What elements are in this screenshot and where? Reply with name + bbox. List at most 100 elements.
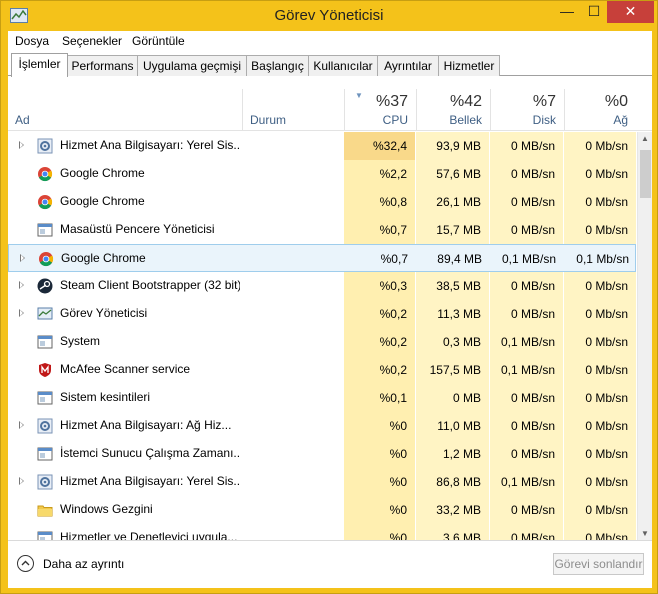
column-disk[interactable]: %7 Disk: [490, 89, 564, 131]
tab-services[interactable]: Hizmetler: [438, 55, 500, 76]
steam-icon: [37, 278, 53, 294]
scroll-down-icon[interactable]: ▼: [641, 529, 649, 538]
cpu-value: %0,2: [344, 300, 415, 328]
column-status[interactable]: Durum: [242, 89, 344, 131]
disk-label: Disk: [532, 113, 556, 127]
memory-value: 3,6 MB: [416, 524, 489, 540]
process-row[interactable]: Hizmet Ana Bilgisayarı: Yerel Sis... %0 86…: [8, 468, 636, 496]
process-row[interactable]: Hizmetler ve Denetleyici uygula... %0 3,6 …: [8, 524, 636, 540]
memory-value: 33,2 MB: [416, 496, 489, 524]
cpu-value: %2,2: [344, 160, 415, 188]
process-row[interactable]: İstemci Sunucu Çalışma Zamanı... %0 1,2 MB…: [8, 440, 636, 468]
process-name: Google Chrome: [60, 166, 145, 180]
expand-arrow-icon[interactable]: [20, 254, 25, 262]
disk-value: 0,1 MB/sn: [490, 468, 563, 496]
column-name[interactable]: Ad: [8, 89, 242, 131]
process-row[interactable]: Google Chrome %0,7 89,4 MB 0,1 MB/sn 0,1 Mb/…: [8, 244, 636, 272]
end-task-button[interactable]: Görevi sonlandır: [553, 553, 644, 575]
process-row[interactable]: Hizmet Ana Bilgisayarı: Ağ Hiz... %0 11,0 …: [8, 412, 636, 440]
process-row[interactable]: Windows Gezgini %0 33,2 MB 0 MB/sn 0 Mb/sn: [8, 496, 636, 524]
tab-app-history[interactable]: Uygulama geçmişi: [137, 55, 247, 76]
process-row[interactable]: Sistem kesintileri %0,1 0 MB 0 MB/sn 0 Mb/sn: [8, 384, 636, 412]
column-name-label: Ad: [15, 113, 30, 127]
task-manager-window: Görev Yöneticisi — ☐ ✕ Dosya Seçenekler …: [0, 0, 658, 594]
folder-icon: [37, 502, 53, 518]
expand-arrow-icon[interactable]: [19, 421, 24, 429]
expand-arrow-icon[interactable]: [19, 281, 24, 289]
cpu-value: %0,7: [380, 252, 408, 266]
process-row[interactable]: Steam Client Bootstrapper (32 bit) %0,3 38…: [8, 272, 636, 300]
disk-value: 0 MB/sn: [490, 412, 563, 440]
network-value: 0 Mb/sn: [564, 328, 636, 356]
disk-value: 0,1 MB/sn: [490, 328, 563, 356]
process-row[interactable]: Görev Yöneticisi %0,2 11,3 MB 0 MB/sn 0 Mb/s…: [8, 300, 636, 328]
disk-value: 0 MB/sn: [490, 272, 563, 300]
network-value: 0 Mb/sn: [564, 356, 636, 384]
column-memory[interactable]: %42 Bellek: [416, 89, 490, 131]
minimize-button[interactable]: —: [554, 1, 580, 23]
process-name: Windows Gezgini: [60, 502, 153, 516]
network-value: 0 Mb/sn: [564, 188, 636, 216]
disk-total: %7: [532, 93, 556, 110]
tab-details[interactable]: Ayrıntılar: [377, 55, 439, 76]
sort-arrow-icon: ▼: [355, 91, 363, 100]
tab-processes[interactable]: İşlemler: [11, 53, 68, 77]
title-bar[interactable]: Görev Yöneticisi — ☐ ✕: [1, 1, 657, 31]
process-name: Google Chrome: [60, 194, 145, 208]
tab-users[interactable]: Kullanıcılar: [308, 55, 378, 76]
process-row[interactable]: Google Chrome %2,2 57,6 MB 0 MB/sn 0 Mb/sn: [8, 160, 636, 188]
process-row[interactable]: Masaüstü Pencere Yöneticisi %0,7 15,7 MB 0 …: [8, 216, 636, 244]
close-button[interactable]: ✕: [607, 1, 654, 23]
tab-performance[interactable]: Performans: [67, 55, 138, 76]
expand-arrow-icon[interactable]: [19, 477, 24, 485]
disk-value: 0 MB/sn: [490, 132, 563, 160]
cpu-value: %0,7: [344, 216, 415, 244]
cpu-value: %0: [344, 440, 415, 468]
memory-total: %42: [449, 93, 482, 110]
scroll-up-icon[interactable]: ▲: [641, 134, 649, 143]
process-name: İstemci Sunucu Çalışma Zamanı...: [60, 446, 240, 460]
task-manager-icon: [37, 306, 53, 322]
maximize-button[interactable]: ☐: [581, 1, 607, 23]
menu-options[interactable]: Seçenekler: [62, 34, 122, 48]
gear-icon: [37, 138, 53, 154]
tab-startup[interactable]: Başlangıç: [246, 55, 309, 76]
column-header: Ad Durum ▼ %37 CPU %42 Bellek %7 Disk %0…: [8, 89, 652, 131]
process-row[interactable]: Hizmet Ana Bilgisayarı: Yerel Sis... %32,…: [8, 132, 636, 160]
scroll-thumb[interactable]: [640, 150, 651, 198]
chrome-icon: [38, 251, 54, 267]
menu-view[interactable]: Görüntüle: [132, 34, 185, 48]
process-name: McAfee Scanner service: [60, 362, 191, 376]
process-row[interactable]: System %0,2 0,3 MB 0,1 MB/sn 0 Mb/sn: [8, 328, 636, 356]
process-row[interactable]: McAfee Scanner service %0,2 157,5 MB 0,1 MB…: [8, 356, 636, 384]
chevron-up-icon[interactable]: [17, 555, 34, 572]
chrome-icon: [37, 194, 53, 210]
process-name: Hizmet Ana Bilgisayarı: Ağ Hiz...: [60, 418, 232, 432]
client-area: Dosya Seçenekler Görüntüle İşlemler Perf…: [8, 31, 652, 588]
process-row[interactable]: Google Chrome %0,8 26,1 MB 0 MB/sn 0 Mb/sn: [8, 188, 636, 216]
column-cpu[interactable]: ▼ %37 CPU: [344, 89, 416, 131]
disk-value: 0 MB/sn: [490, 188, 563, 216]
fewer-details-link[interactable]: Daha az ayrıntı: [43, 557, 124, 571]
column-network[interactable]: %0 Ağ: [564, 89, 636, 131]
memory-value: 11,0 MB: [416, 412, 489, 440]
expand-arrow-icon[interactable]: [19, 141, 24, 149]
network-label: Ağ: [613, 113, 628, 127]
vertical-scrollbar[interactable]: ▲ ▼: [637, 132, 652, 540]
menu-file[interactable]: Dosya: [15, 34, 49, 48]
cpu-value: %0: [344, 496, 415, 524]
process-name: Hizmetler ve Denetleyici uygula...: [60, 530, 238, 540]
process-name: Hizmet Ana Bilgisayarı: Yerel Sis...: [60, 474, 240, 488]
cpu-value: %0,2: [344, 356, 415, 384]
memory-value: 157,5 MB: [416, 356, 489, 384]
disk-value: 0 MB/sn: [490, 440, 563, 468]
column-status-label: Durum: [250, 113, 287, 127]
cpu-value: %0: [344, 468, 415, 496]
memory-value: 38,5 MB: [416, 272, 489, 300]
process-name: System: [60, 334, 101, 348]
expand-arrow-icon[interactable]: [19, 309, 24, 317]
tab-strip: İşlemler Performans Uygulama geçmişi Baş…: [8, 53, 652, 77]
disk-value: 0 MB/sn: [490, 524, 563, 540]
network-total: %0: [604, 93, 628, 110]
memory-value: 0,3 MB: [416, 328, 489, 356]
